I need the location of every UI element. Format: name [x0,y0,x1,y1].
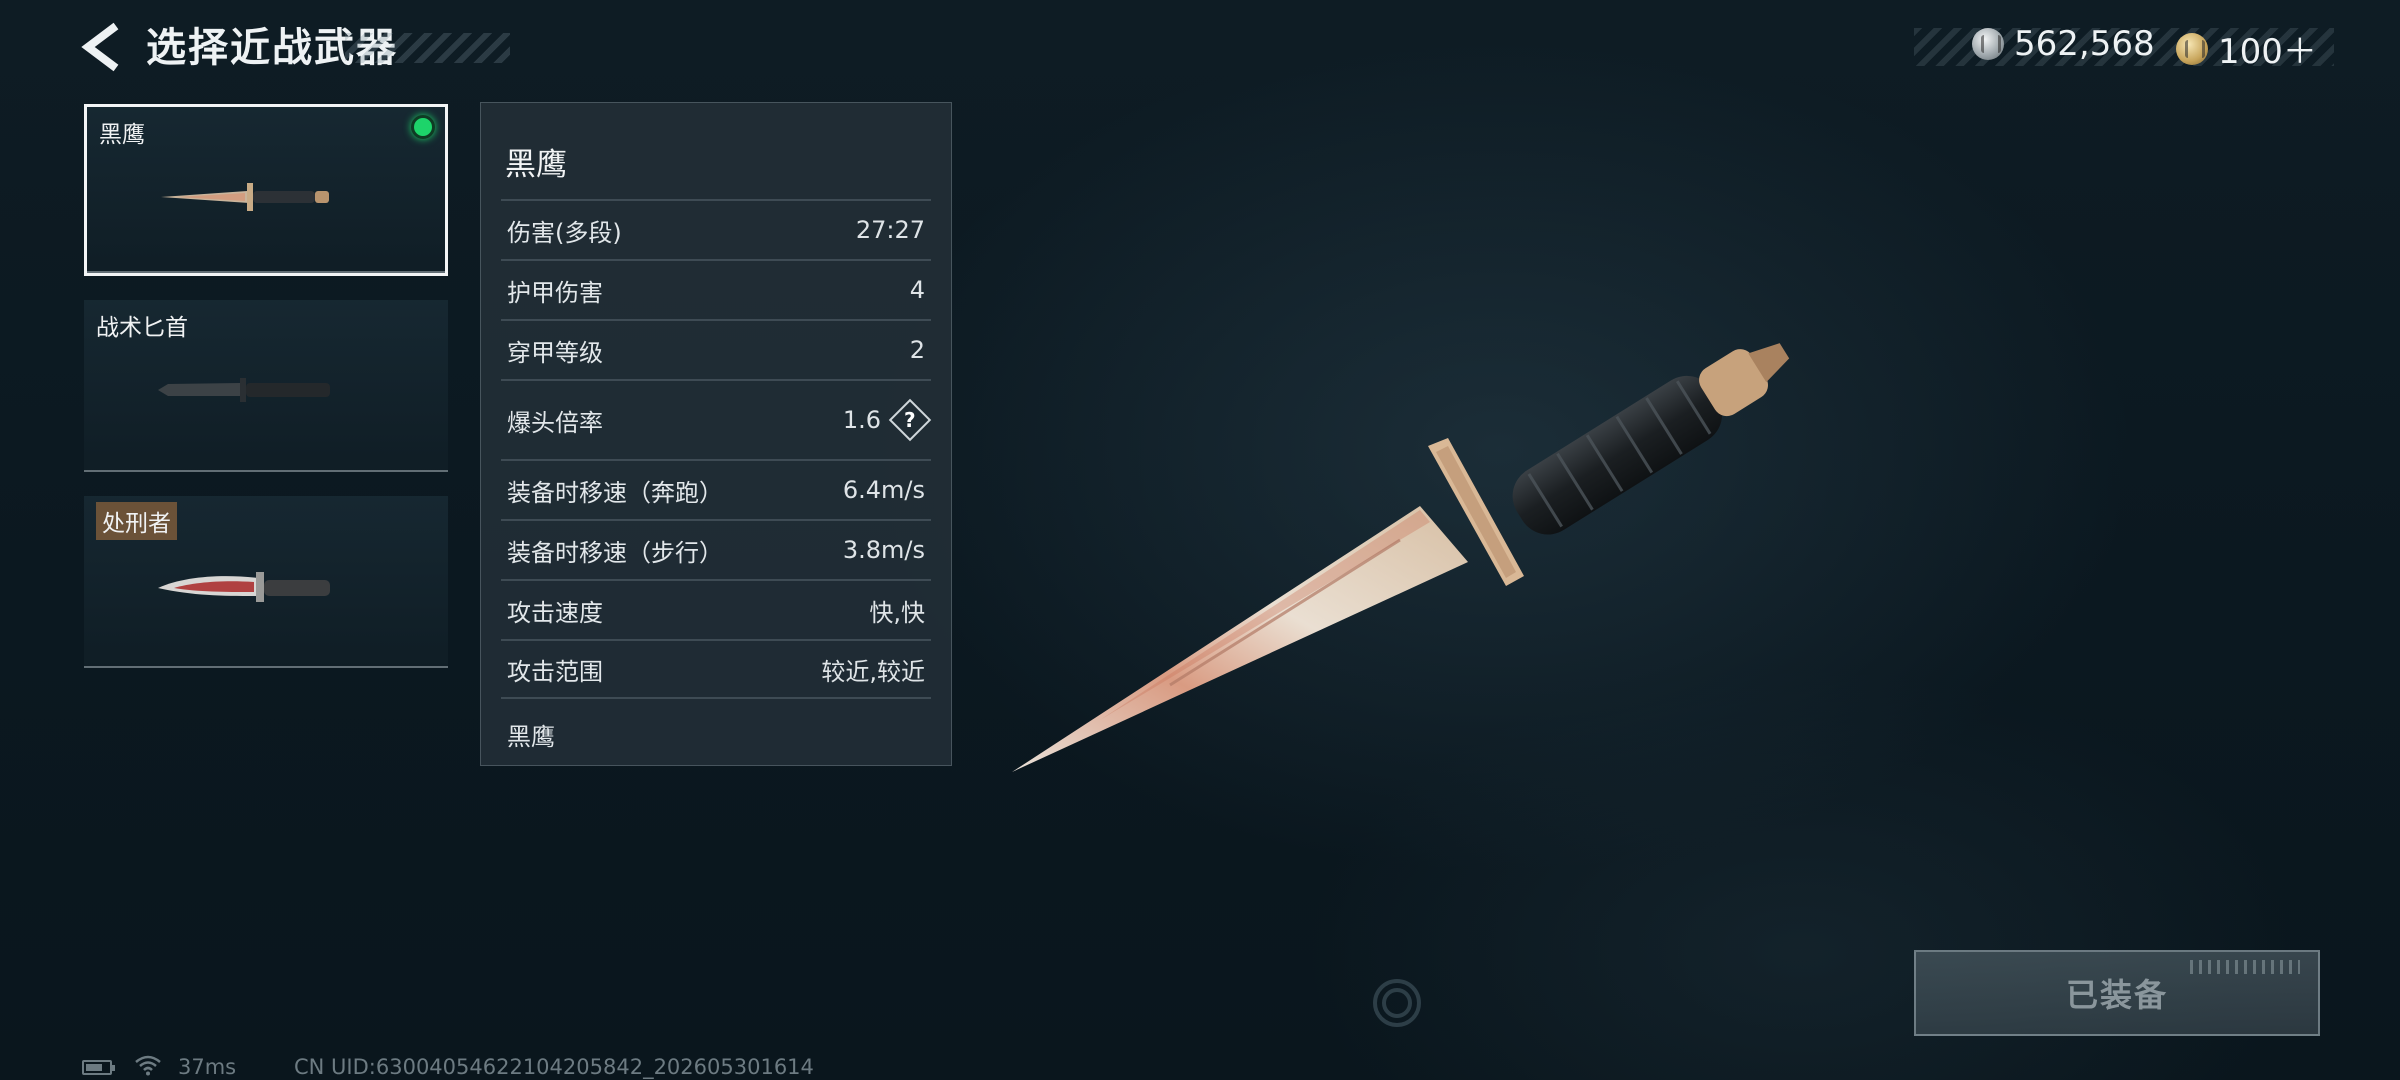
stat-value: 6.4m/s [842,476,925,504]
stat-value: 3.8m/s [842,536,925,564]
stat-row: 伤害(多段) 27:27 [501,199,931,259]
stats-footer: 黑鹰 [507,723,555,751]
stat-row: 攻击速度 快,快 [501,579,931,639]
stat-value: 较近,较近 [821,657,925,686]
weapon-card-tactical-dagger[interactable]: 战术匕首 [84,300,448,472]
stat-label: 伤害(多段) [507,218,622,247]
stat-row: 装备时移速（奔跑） 6.4m/s [501,459,931,519]
knife-3d-preview[interactable] [1000,300,1840,800]
silver-currency[interactable]: 562,568 [1972,24,2155,64]
stat-value: 2 [909,336,925,364]
weapon-name: 处刑者 [96,502,177,540]
silver-amount: 562,568 [2014,24,2155,64]
rotate-view-icon[interactable] [1372,978,1422,1028]
stat-row: 爆头倍率 1.6 ? [501,379,932,459]
stat-row: 护甲伤害 4 [501,259,931,319]
silver-coin-icon [1972,28,2004,60]
stat-value: 快,快 [869,598,925,627]
equipped-indicator-icon [411,115,435,139]
weapon-card-heiying[interactable]: 黑鹰 [84,104,448,276]
wifi-icon [135,1055,161,1076]
stat-label: 攻击速度 [507,598,603,627]
stat-value: 4 [909,276,925,304]
stat-label: 装备时移速（奔跑） [507,478,723,507]
stats-title: 黑鹰 [505,147,567,183]
battery-icon [82,1060,115,1075]
back-arrow-icon[interactable] [78,22,128,72]
weapon-name: 黑鹰 [99,122,145,148]
stat-value: 27:27 [855,216,925,244]
weapon-card-executioner[interactable]: 处刑者 [84,496,448,668]
stat-row: 穿甲等级 2 [501,319,931,379]
stat-value: 1.6 [842,406,881,434]
help-icon[interactable]: ? [888,398,932,442]
weapon-name: 战术匕首 [96,315,188,341]
title-decoration [345,33,510,63]
equipped-button-label: 已装备 [2065,976,2168,1014]
stat-label: 攻击范围 [507,657,603,686]
stat-label: 护甲伤害 [507,278,603,307]
tactical-dagger-icon [158,378,330,402]
black-eagle-knife-icon [161,183,329,211]
equipped-button[interactable]: 已装备 [1914,950,2320,1036]
gold-coin-icon [2176,32,2208,65]
stat-row: 装备时移速（步行） 3.8m/s [501,519,931,579]
gold-currency[interactable]: 100＋ [2176,24,2317,73]
stat-row: 攻击范围 较近,较近 [501,639,931,699]
gold-amount: 100＋ [2218,32,2317,72]
stats-panel: 黑鹰 伤害(多段) 27:27 护甲伤害 4 穿甲等级 2 爆头倍率 1.6 ?… [480,102,952,766]
uid-readout: CN UID:63004054622104205842_202605301614 [294,1055,814,1079]
stat-label: 爆头倍率 [507,408,603,437]
stat-label: 装备时移速（步行） [507,538,723,567]
executioner-knife-icon [158,572,330,602]
stat-label: 穿甲等级 [507,338,603,367]
ping-readout: 37ms [178,1055,237,1079]
